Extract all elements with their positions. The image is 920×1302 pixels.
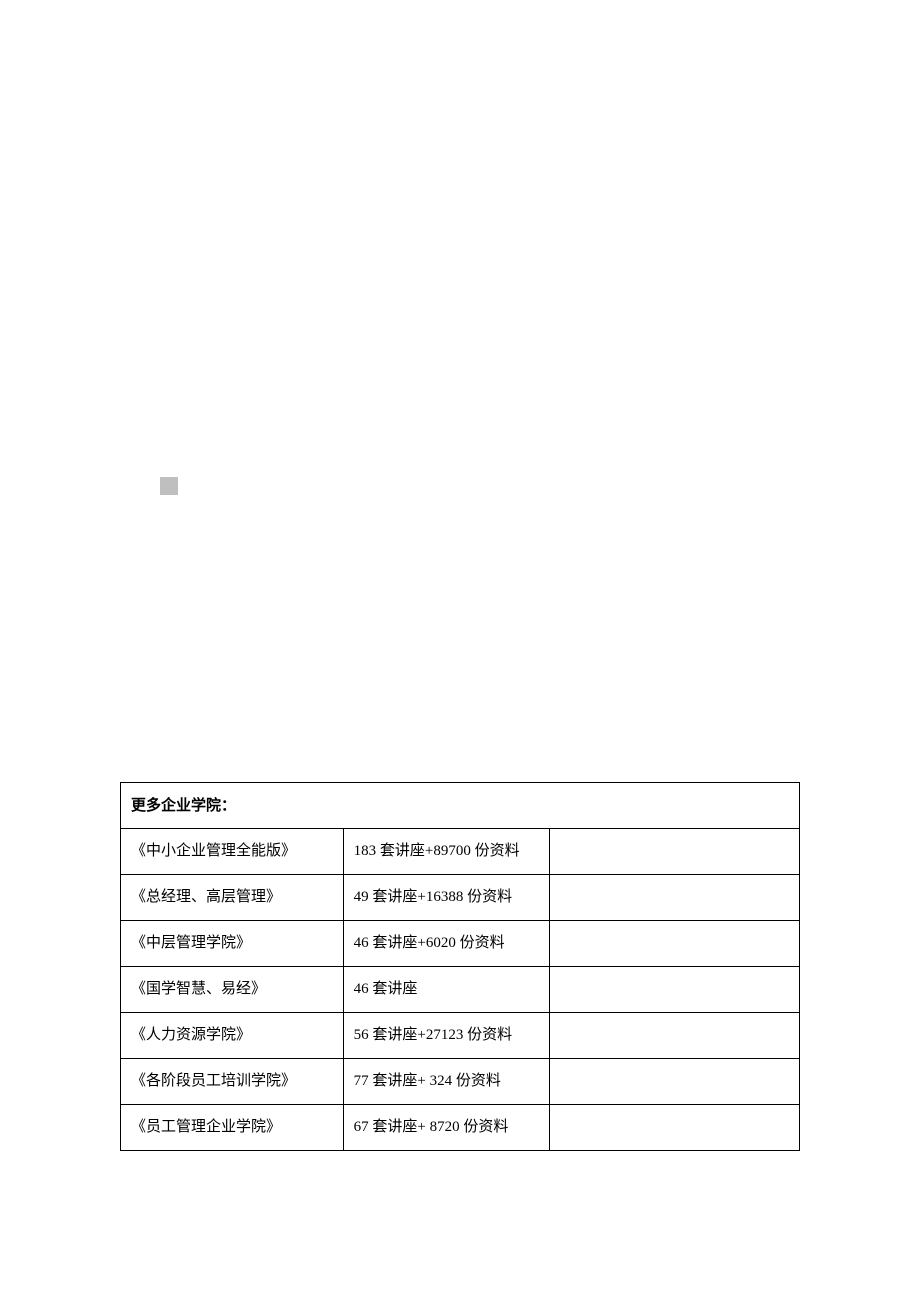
table-header-row: 更多企业学院：	[121, 783, 800, 829]
institute-detail: 67 套讲座+ 8720 份资料	[343, 1105, 550, 1151]
table-row: 《国学智慧、易经》 46 套讲座	[121, 967, 800, 1013]
empty-cell	[550, 875, 800, 921]
square-bullet-marker	[160, 477, 178, 495]
institute-name: 《员工管理企业学院》	[121, 1105, 344, 1151]
institute-name: 《各阶段员工培训学院》	[121, 1059, 344, 1105]
institute-name: 《国学智慧、易经》	[121, 967, 344, 1013]
institute-name: 《人力资源学院》	[121, 1013, 344, 1059]
institute-name: 《中小企业管理全能版》	[121, 829, 344, 875]
institute-detail: 49 套讲座+16388 份资料	[343, 875, 550, 921]
table-row: 《人力资源学院》 56 套讲座+27123 份资料	[121, 1013, 800, 1059]
table-row: 《各阶段员工培训学院》 77 套讲座+ 324 份资料	[121, 1059, 800, 1105]
table-row: 《中小企业管理全能版》 183 套讲座+89700 份资料	[121, 829, 800, 875]
institute-name: 《总经理、高层管理》	[121, 875, 344, 921]
institute-detail: 56 套讲座+27123 份资料	[343, 1013, 550, 1059]
empty-cell	[550, 829, 800, 875]
empty-cell	[550, 1059, 800, 1105]
institutes-table-container: 更多企业学院： 《中小企业管理全能版》 183 套讲座+89700 份资料 《总…	[120, 782, 800, 1151]
empty-cell	[550, 967, 800, 1013]
institute-detail: 46 套讲座	[343, 967, 550, 1013]
institute-detail: 46 套讲座+6020 份资料	[343, 921, 550, 967]
empty-cell	[550, 921, 800, 967]
institute-name: 《中层管理学院》	[121, 921, 344, 967]
empty-cell	[550, 1013, 800, 1059]
table-row: 《中层管理学院》 46 套讲座+6020 份资料	[121, 921, 800, 967]
institute-detail: 183 套讲座+89700 份资料	[343, 829, 550, 875]
institute-detail: 77 套讲座+ 324 份资料	[343, 1059, 550, 1105]
table-row: 《总经理、高层管理》 49 套讲座+16388 份资料	[121, 875, 800, 921]
table-header-cell: 更多企业学院：	[121, 783, 800, 829]
table-row: 《员工管理企业学院》 67 套讲座+ 8720 份资料	[121, 1105, 800, 1151]
institutes-table: 更多企业学院： 《中小企业管理全能版》 183 套讲座+89700 份资料 《总…	[120, 782, 800, 1151]
empty-cell	[550, 1105, 800, 1151]
